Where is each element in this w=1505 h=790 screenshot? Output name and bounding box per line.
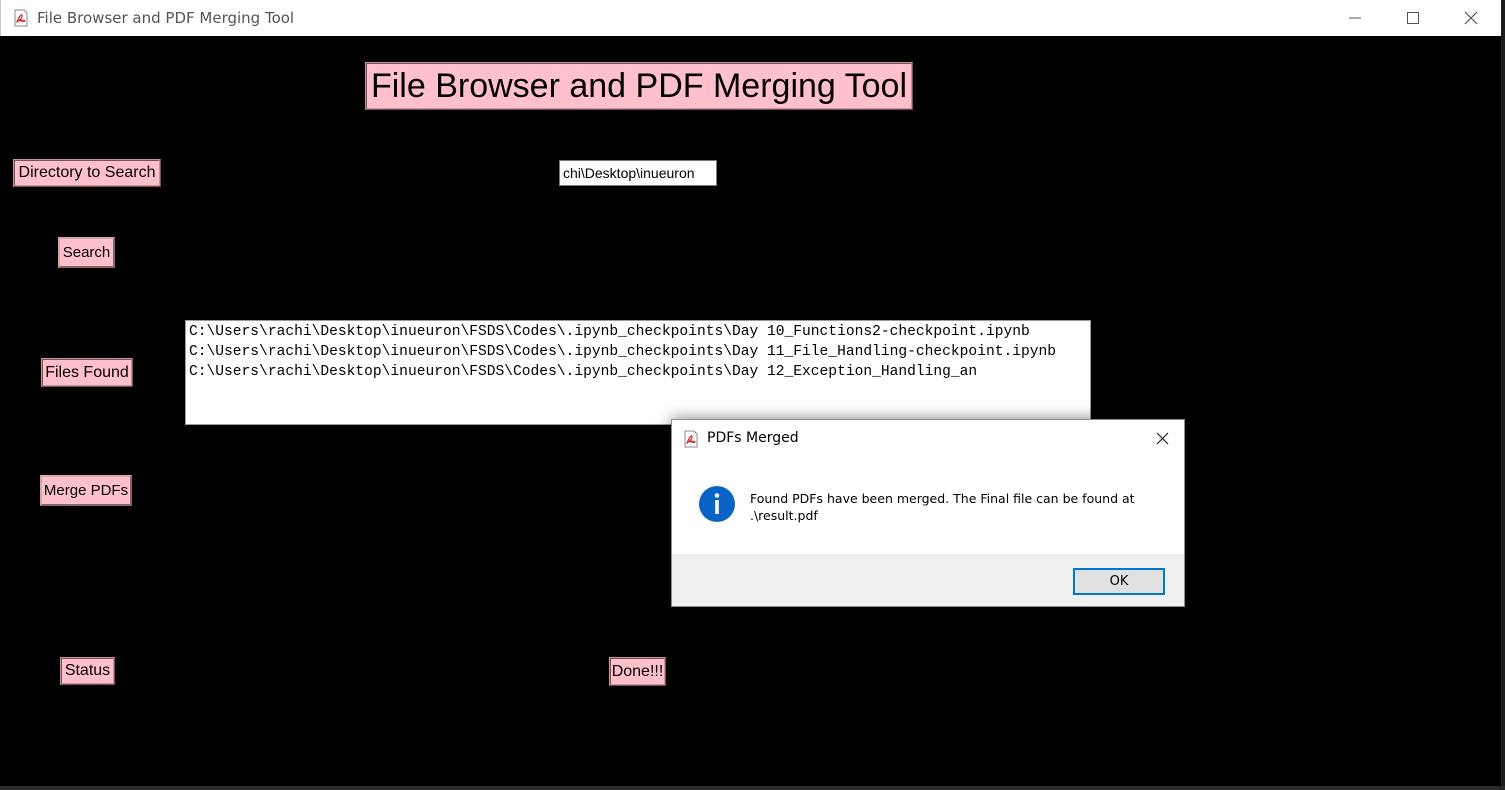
dialog-title: PDFs Merged [707, 430, 799, 446]
ok-button[interactable]: OK [1073, 568, 1165, 595]
window-title-bar[interactable]: File Browser and PDF Merging Tool [0, 0, 1502, 36]
dialog-message-line2: .\result.pdf [750, 508, 818, 523]
window-edge-bottom [0, 786, 1505, 790]
minimize-button[interactable] [1326, 0, 1384, 36]
app-pdf-icon [13, 9, 29, 27]
close-icon [1156, 432, 1169, 445]
files-found-textbox[interactable]: C:\Users\rachi\Desktop\inueuron\FSDS\Cod… [185, 320, 1091, 425]
dialog-message-line1: Found PDFs have been merged. The Final f… [750, 491, 1135, 506]
pdfs-merged-dialog: PDFs Merged Found PDFs have been merged.… [671, 419, 1185, 607]
window-title: File Browser and PDF Merging Tool [37, 9, 295, 27]
page-title: File Browser and PDF Merging Tool [365, 62, 913, 110]
info-icon [698, 485, 736, 523]
window-edge-right [1501, 0, 1505, 790]
dialog-close-button[interactable] [1142, 426, 1182, 452]
search-button[interactable]: Search [58, 237, 115, 268]
status-value: Done!!! [609, 657, 666, 686]
dialog-footer: OK [672, 554, 1184, 606]
directory-input[interactable] [559, 160, 717, 186]
minimize-icon [1349, 17, 1361, 19]
directory-label: Directory to Search [13, 159, 161, 187]
maximize-icon [1407, 12, 1419, 24]
dialog-pdf-icon [683, 430, 699, 448]
files-found-label: Files Found [41, 358, 133, 387]
close-icon [1464, 11, 1478, 25]
dialog-message: Found PDFs have been merged. The Final f… [750, 490, 1170, 524]
status-label: Status [60, 657, 115, 685]
maximize-button[interactable] [1384, 0, 1442, 36]
files-found-text: C:\Users\rachi\Desktop\inueuron\FSDS\Cod… [189, 324, 1057, 380]
close-button[interactable] [1442, 0, 1500, 36]
merge-pdfs-button[interactable]: Merge PDFs [40, 475, 132, 506]
